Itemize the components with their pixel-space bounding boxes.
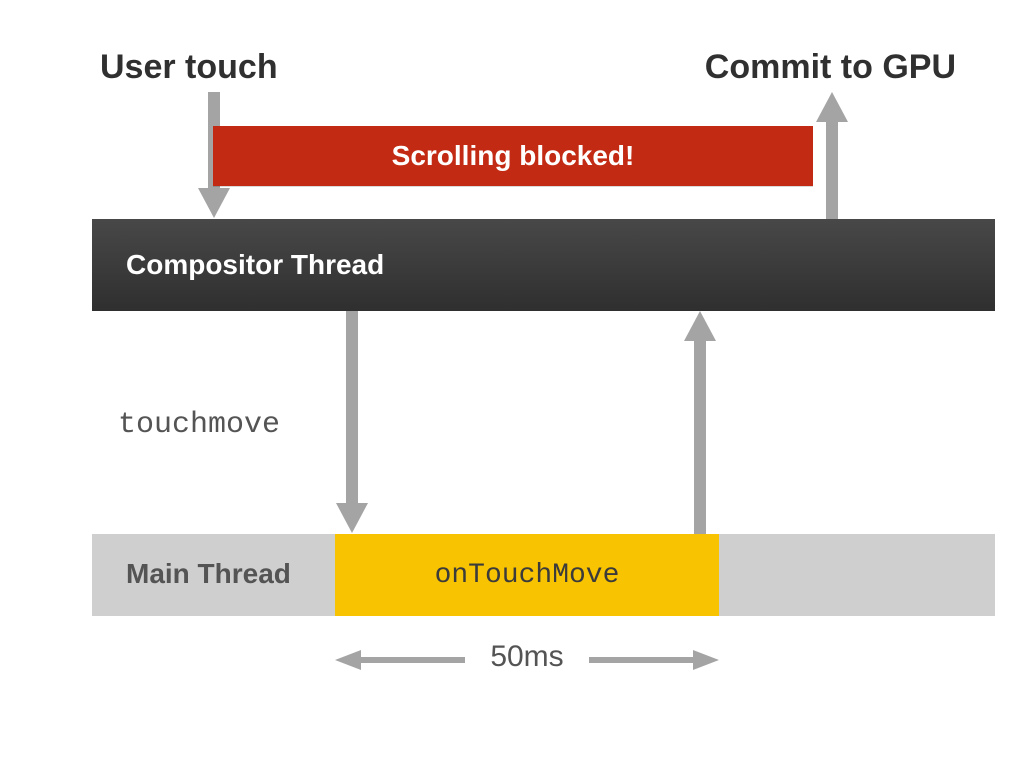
arrow-compositor-to-gpu (812, 92, 852, 220)
label-commit-to-gpu: Commit to GPU (705, 48, 956, 87)
threading-diagram: User touch Commit to GPU Scrolling block… (0, 0, 1024, 768)
touchmove-event-label: touchmove (118, 408, 280, 442)
arrow-main-to-compositor (680, 311, 720, 535)
duration-label: 50ms (335, 640, 719, 674)
ontouchmove-handler-span: onTouchMove (335, 534, 719, 616)
main-thread-label: Main Thread (126, 558, 291, 590)
scrolling-blocked-banner: Scrolling blocked! (213, 126, 813, 186)
label-user-touch: User touch (100, 48, 278, 87)
compositor-thread-bar: Compositor Thread (92, 219, 995, 311)
arrow-compositor-to-main (332, 311, 372, 535)
